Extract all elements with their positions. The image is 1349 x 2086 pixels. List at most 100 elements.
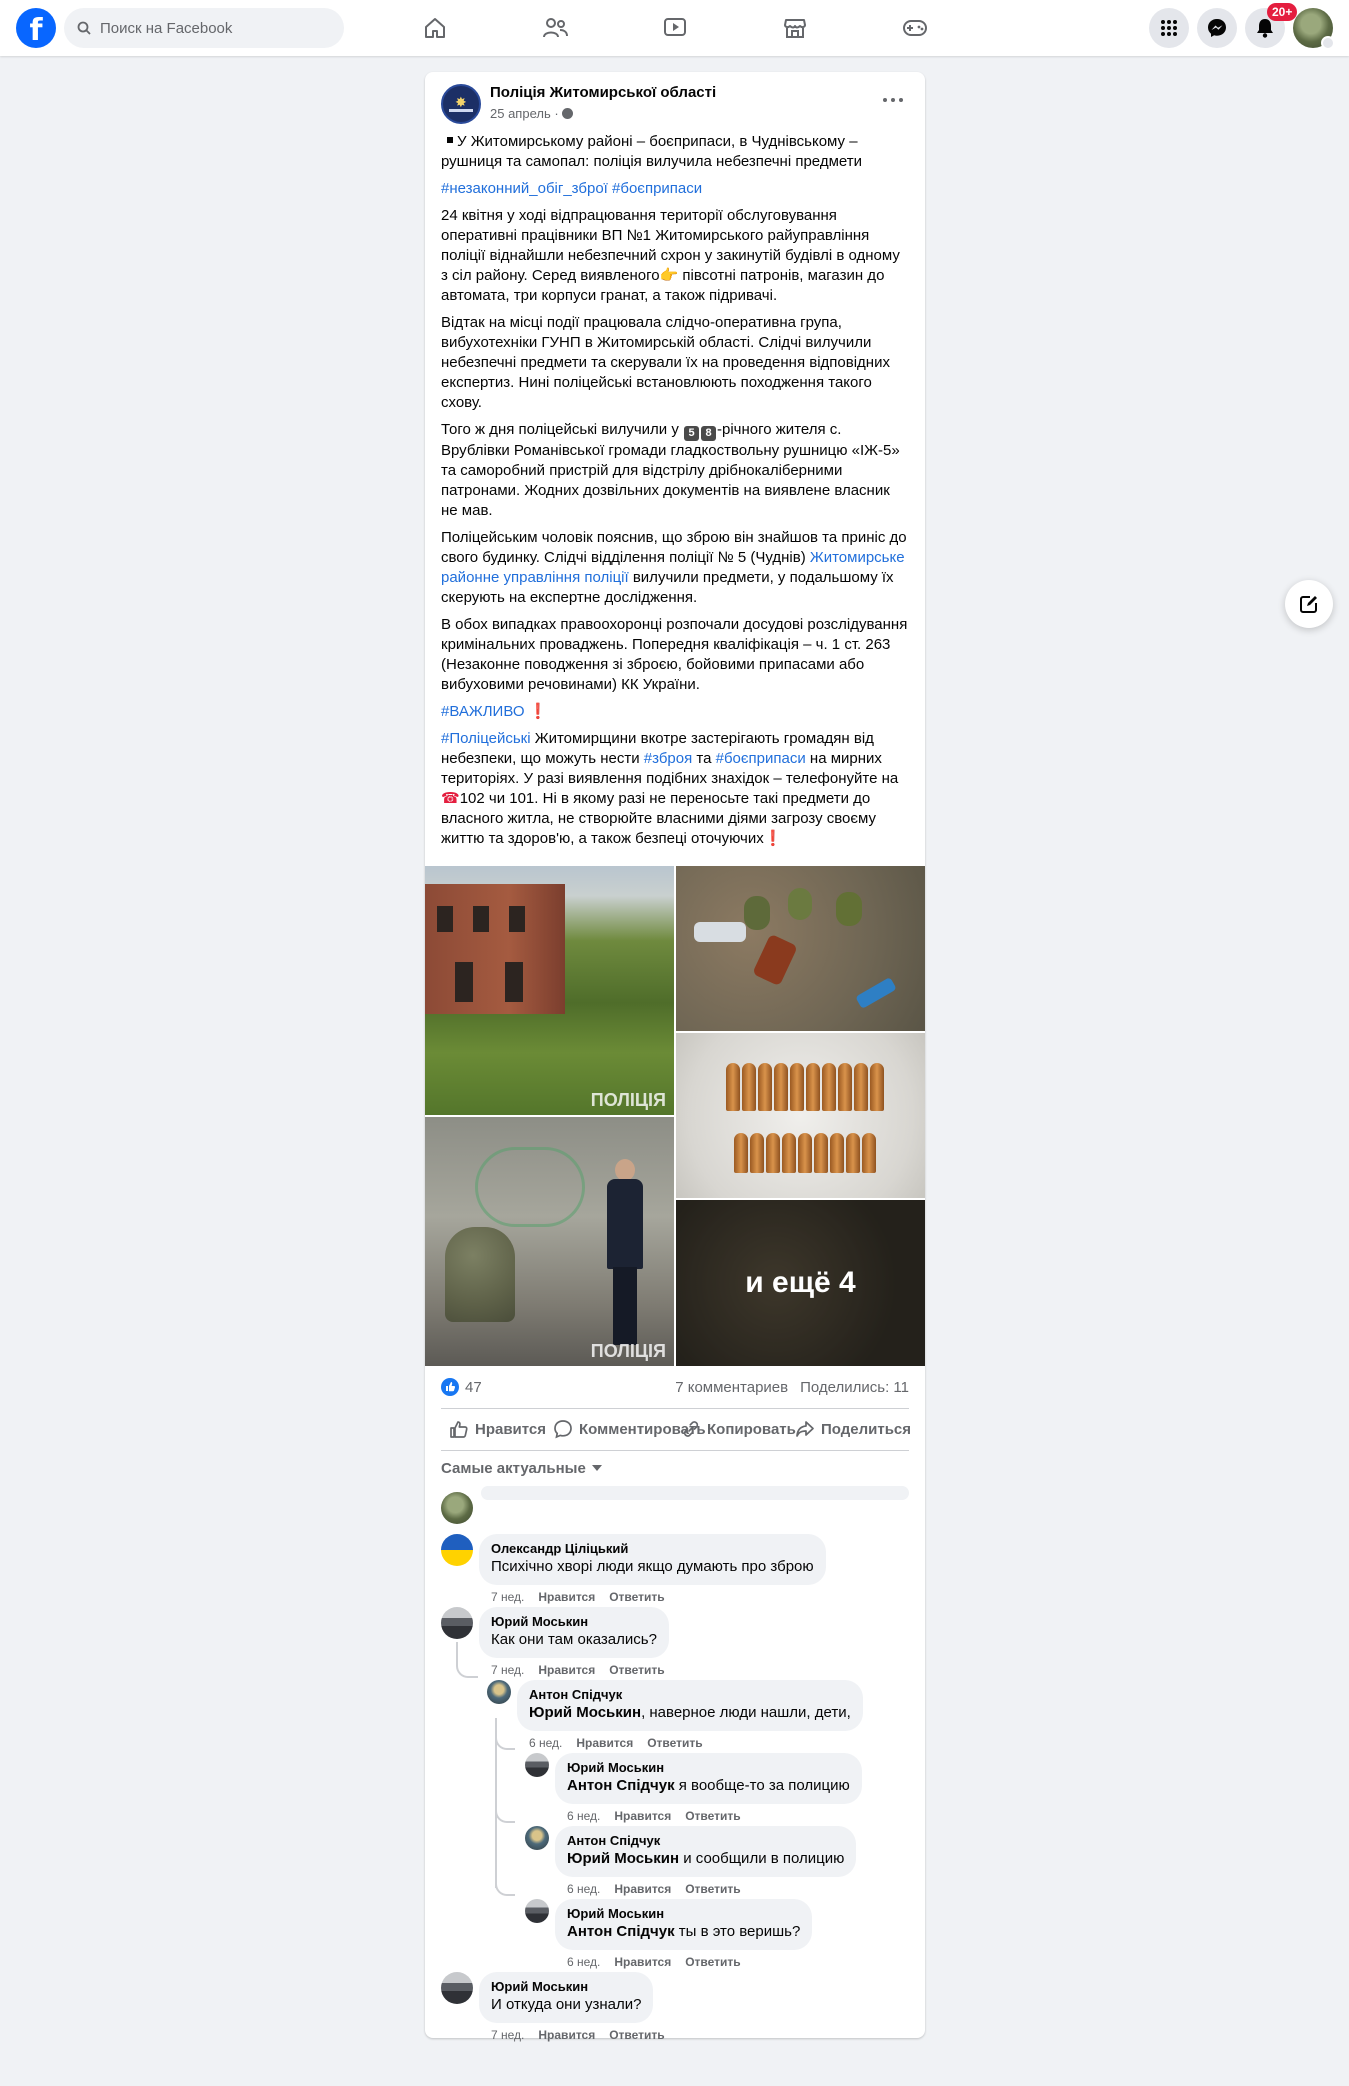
comment-text-body: и сообщили в полицию (679, 1850, 845, 1867)
comment-author[interactable]: Юрий Моськин (491, 1614, 657, 1630)
photo-cartridges[interactable] (676, 1033, 925, 1198)
commenter-avatar[interactable] (487, 1680, 511, 1704)
facebook-logo[interactable]: f (16, 8, 56, 48)
comment-reply-button[interactable]: Ответить (609, 1590, 664, 1604)
comment-like-button[interactable]: Нравится (538, 1663, 595, 1677)
kneeling-officer-shape (445, 1227, 515, 1322)
search-box[interactable] (64, 8, 344, 48)
new-message-button[interactable] (1285, 580, 1333, 628)
comment-like-button[interactable]: Нравится (614, 1809, 671, 1823)
post-options-button[interactable] (881, 90, 909, 110)
comment-text-body: я вообще-то за полицию (674, 1777, 850, 1794)
comment-input[interactable] (481, 1486, 909, 1500)
comment-like-button[interactable]: Нравится (614, 1882, 671, 1896)
comment-time[interactable]: 6 нед. (529, 1736, 562, 1750)
mention-link[interactable]: Юрий Моськин (567, 1850, 679, 1867)
comment-like-button[interactable]: Нравится (614, 1955, 671, 1969)
post-date[interactable]: 25 апрель · (490, 106, 573, 121)
window-shape (509, 906, 525, 932)
comment-like-button[interactable]: Нравится (538, 2028, 595, 2042)
like-reaction-icon[interactable] (441, 1378, 459, 1396)
nav-marketplace[interactable] (739, 4, 851, 52)
comment-author[interactable]: Юрий Моськин (491, 1979, 641, 1995)
window-shape (455, 962, 473, 1002)
shares-count-link[interactable]: Поделились: 11 (800, 1379, 909, 1396)
photo-abandoned-building[interactable]: ПОЛІЦІЯ (425, 866, 674, 1115)
comment-time[interactable]: 7 нед. (491, 1590, 524, 1604)
comment-reply-button[interactable]: Ответить (685, 1882, 740, 1896)
nav-watch[interactable] (619, 4, 731, 52)
copy-button[interactable]: Копировать (681, 1412, 796, 1446)
page-avatar[interactable]: ✸ (441, 84, 481, 124)
comment-author[interactable]: Антон Спідчук (567, 1833, 844, 1849)
cartridge-shape (766, 1133, 780, 1173)
hashtag-link[interactable]: #боєприпаси (612, 180, 702, 197)
comment-reply-button[interactable]: Ответить (685, 1809, 740, 1823)
search-input[interactable] (100, 8, 330, 48)
commenter-avatar[interactable] (525, 1826, 549, 1850)
mention-link[interactable]: Антон Спідчук (567, 1777, 675, 1794)
comment-reply-button[interactable]: Ответить (685, 1955, 740, 1969)
comment-time[interactable]: 6 нед. (567, 1955, 600, 1969)
comment-like-button[interactable]: Нравится (576, 1736, 633, 1750)
comment-sort-dropdown[interactable]: Самые актуальные (441, 1460, 602, 1477)
comment-time[interactable]: 7 нед. (491, 2028, 524, 2042)
photo-more[interactable]: и ещё 4 (676, 1200, 925, 1366)
comment-text-body: , наверное люди нашли, дети, (641, 1704, 851, 1721)
likes-count[interactable]: 47 (465, 1379, 482, 1396)
nav-home[interactable] (379, 4, 491, 52)
comment-author[interactable]: Юрий Моськин (567, 1906, 800, 1922)
comment-author[interactable]: Олександр Ціліцький (491, 1541, 814, 1557)
nav-gaming[interactable] (859, 4, 971, 52)
sort-label: Самые актуальные (441, 1460, 586, 1477)
photo-investigators[interactable]: ПОЛІЦІЯ (425, 1117, 674, 1366)
paragraph-text: 102 чи 101. Ні в якому разі не переносьт… (441, 790, 877, 847)
comments-count-link[interactable]: 7 комментариев (675, 1379, 788, 1396)
comment-reply-button[interactable]: Ответить (647, 1736, 702, 1750)
hashtag-link[interactable]: #зброя (644, 750, 692, 767)
current-user-avatar[interactable] (441, 1492, 473, 1524)
menu-grid-icon (1161, 20, 1177, 36)
comment-meta: 7 нед. Нравится Ответить (491, 1663, 665, 1677)
hashtags-top: #незаконний_обіг_зброї #боєприпаси (441, 179, 909, 199)
share-button[interactable]: Поделиться (795, 1412, 911, 1446)
hashtag-link[interactable]: #ВАЖЛИВО (441, 703, 525, 720)
cartridge-shape (830, 1133, 844, 1173)
messenger-button[interactable] (1197, 8, 1237, 48)
page-name-link[interactable]: Поліція Житомирської області (490, 84, 716, 101)
comment-reply-button[interactable]: Ответить (609, 1663, 664, 1677)
comment-reply-button[interactable]: Ответить (609, 2028, 664, 2042)
comment-time[interactable]: 6 нед. (567, 1882, 600, 1896)
hashtag-link[interactable]: #Поліцейські (441, 730, 531, 747)
thread-line (495, 1803, 515, 1823)
comment-time[interactable]: 6 нед. (567, 1809, 600, 1823)
menu-button[interactable] (1149, 8, 1189, 48)
paragraph-text: та (692, 750, 716, 767)
divider (441, 1408, 909, 1409)
commenter-avatar[interactable] (525, 1899, 549, 1923)
hashtag-link[interactable]: #боєприпаси (716, 750, 806, 767)
nav-friends[interactable] (499, 4, 611, 52)
cartridge-shape (822, 1063, 836, 1111)
commenter-avatar[interactable] (525, 1753, 549, 1777)
thread-line (495, 1730, 515, 1750)
audience-public-icon (561, 108, 573, 119)
grenade-shape (836, 892, 862, 926)
commenter-avatar[interactable] (441, 1607, 473, 1639)
hashtag-link[interactable]: #незаконний_обіг_зброї (441, 180, 608, 197)
mention-link[interactable]: Юрий Моськин (529, 1704, 641, 1721)
cartridge-shape (734, 1133, 748, 1173)
mention-link[interactable]: Антон Спідчук (567, 1923, 675, 1940)
commenter-avatar[interactable] (441, 1972, 473, 2004)
comment-text: Юрий Моськин и сообщили в полицию (567, 1849, 844, 1869)
like-button[interactable]: Нравится (449, 1412, 546, 1446)
photo-grid: ПОЛІЦІЯ ПОЛІЦІЯ и ещё 4 (425, 866, 925, 1366)
commenter-avatar[interactable] (441, 1534, 473, 1566)
photo-grenade-casings[interactable] (676, 866, 925, 1031)
gaming-icon (903, 20, 927, 36)
account-avatar[interactable] (1293, 8, 1335, 50)
comment-author[interactable]: Антон Спідчук (529, 1687, 851, 1703)
comment-time[interactable]: 7 нед. (491, 1663, 524, 1677)
comment-like-button[interactable]: Нравится (538, 1590, 595, 1604)
comment-author[interactable]: Юрий Моськин (567, 1760, 850, 1776)
